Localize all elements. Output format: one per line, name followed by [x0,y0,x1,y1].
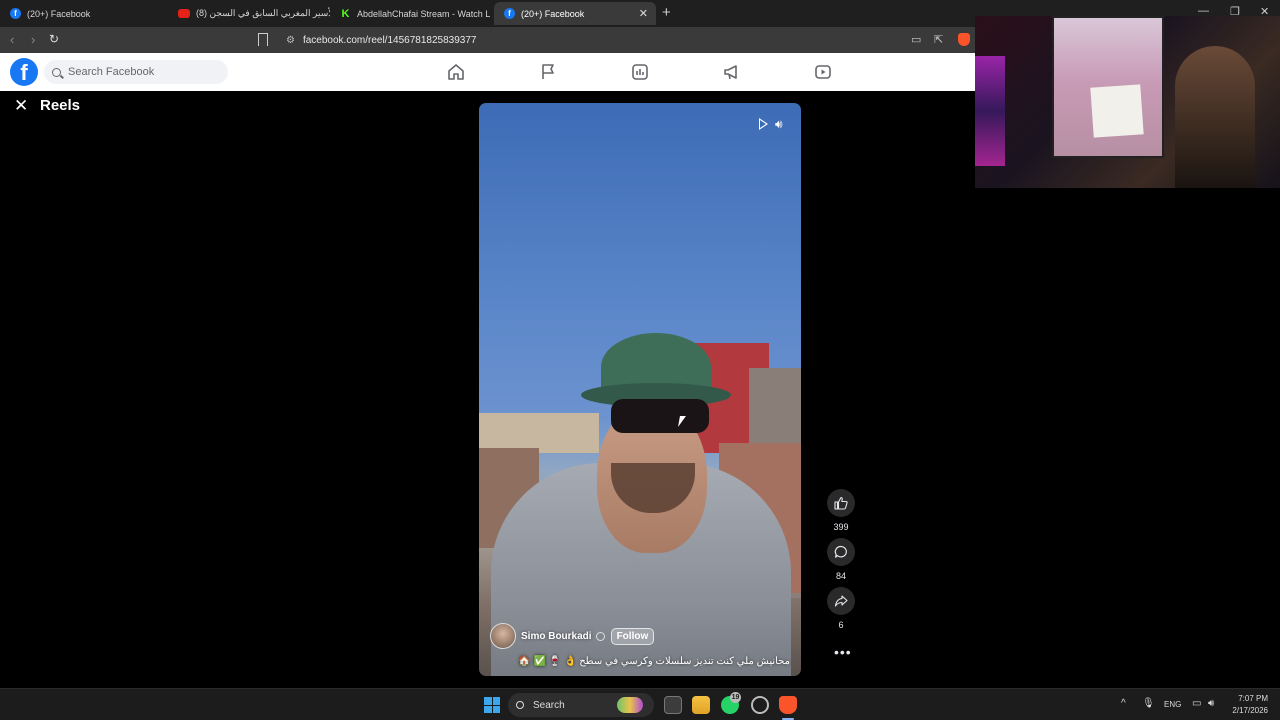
owner-name[interactable]: Simo Bourkadi [521,631,592,642]
share-icon[interactable]: ⇱ [934,33,943,46]
tab-title: AbdellahChafai Stream - Watch Live [357,8,490,19]
brave-browser-icon[interactable] [779,696,797,714]
like-action: 399 [826,489,856,532]
close-tab-icon[interactable]: ✕ [639,7,648,20]
taskbar-search-label: Search [533,699,565,711]
volume-icon[interactable]: 🔊︎ [1208,698,1214,709]
reel-caption: محانيش ملي كنت تنديز سلسلات وكرسي في سطح… [518,656,790,667]
windows-start-icon[interactable] [484,697,500,713]
facebook-icon: f [504,8,515,19]
file-explorer-icon[interactable] [692,696,710,714]
play-icon[interactable] [759,118,768,130]
date: 2/17/2026 [1232,706,1268,715]
search-icon [516,701,524,709]
address-bar: ‹ › ↻ ⚙ facebook.com/reel/14567818258393… [0,27,975,53]
share-arrow-icon [834,595,848,607]
tab-youtube[interactable]: (8) بكاء الأسير المغربي السابق في السجن [168,2,330,25]
facebook-header: f [0,53,975,91]
thumbs-up-icon [834,496,848,510]
more-options-icon[interactable]: ••• [834,644,852,660]
search-icon [52,67,61,77]
webcam-overlay [975,16,1280,188]
flag-icon[interactable] [539,63,557,81]
search-input[interactable] [68,66,218,78]
comment-button[interactable] [827,538,855,566]
network-icon[interactable]: ▭ [1192,698,1201,709]
reel-owner: Simo Bourkadi Follow [490,623,655,649]
forward-icon[interactable]: › [31,32,35,47]
app-icon[interactable] [751,696,769,714]
protest-sign [1090,84,1144,138]
town-rooftops [479,413,599,453]
tab-facebook-1[interactable]: f (20+) Facebook [0,2,168,25]
new-tab-button[interactable]: + [662,4,671,21]
taskbar-search[interactable]: Search [508,693,654,717]
bookmark-icon[interactable] [258,33,268,46]
windows-taskbar: Search 19 ^ 🎙︎ ENG ▭ 🔊︎ 7:07 PM 2/17/202… [0,688,1280,720]
volume-icon[interactable]: 🔊︎ [775,117,783,132]
back-icon[interactable]: ‹ [10,32,14,47]
streamer [1175,46,1255,188]
tab-kick-stream[interactable]: K AbdellahChafai Stream - Watch Live [330,2,490,25]
marketplace-icon[interactable] [631,63,649,81]
video-icon[interactable] [814,63,832,81]
tab-title: (8) بكاء الأسير المغربي السابق في السجن [196,8,330,18]
share-action: 6 [826,587,856,630]
cast-icon[interactable]: ▭ [911,33,921,46]
like-button[interactable] [827,489,855,517]
avatar[interactable] [490,623,516,649]
globe-icon [595,631,605,641]
facebook-icon: f [10,8,21,19]
search-highlight-icon [616,697,643,713]
reel-video[interactable]: 🔊︎ Simo Bourkadi Follow محانيش ملي كنت ت… [479,103,801,676]
tab-facebook-active[interactable]: f (20+) Facebook ✕ [494,2,656,25]
rgb-lights [975,56,1005,166]
comment-action: 84 [826,538,856,581]
page-title: Reels [40,97,81,114]
tab-title: (20+) Facebook [27,8,91,19]
page-bottom [0,676,1280,688]
whatsapp-badge: 19 [730,692,741,703]
youtube-icon [178,9,190,18]
url-text: facebook.com/reel/1456781825839377 [302,34,477,46]
held-phone-image [1052,16,1164,158]
sunglasses [611,399,709,433]
share-count: 6 [838,620,844,630]
comment-count: 84 [835,571,846,581]
language-indicator[interactable]: ENG [1164,700,1181,709]
home-icon[interactable] [447,63,465,81]
time: 7:07 PM [1238,694,1268,703]
tab-title: (20+) Facebook [521,8,585,19]
brave-shield-icon[interactable] [958,33,970,46]
facebook-logo-icon[interactable]: f [10,58,38,86]
reload-icon[interactable]: ↻ [49,32,59,46]
share-button[interactable] [827,587,855,615]
kick-icon: K [341,7,350,20]
like-count: 399 [833,522,849,532]
facebook-search[interactable] [44,60,228,84]
megaphone-icon[interactable] [723,63,741,81]
close-reels-icon[interactable]: ✕ [14,96,28,116]
show-hidden-icons-icon[interactable]: ^ [1121,698,1126,709]
clock[interactable]: 7:07 PM 2/17/2026 [1228,693,1268,717]
microphone-icon[interactable]: 🎙︎ [1142,698,1155,709]
url-field[interactable]: ⚙ facebook.com/reel/1456781825839377 [280,30,900,50]
comment-icon [834,545,847,558]
site-info-icon[interactable]: ⚙ [286,35,295,46]
task-view-icon[interactable] [664,696,682,714]
follow-button[interactable]: Follow [610,627,655,645]
